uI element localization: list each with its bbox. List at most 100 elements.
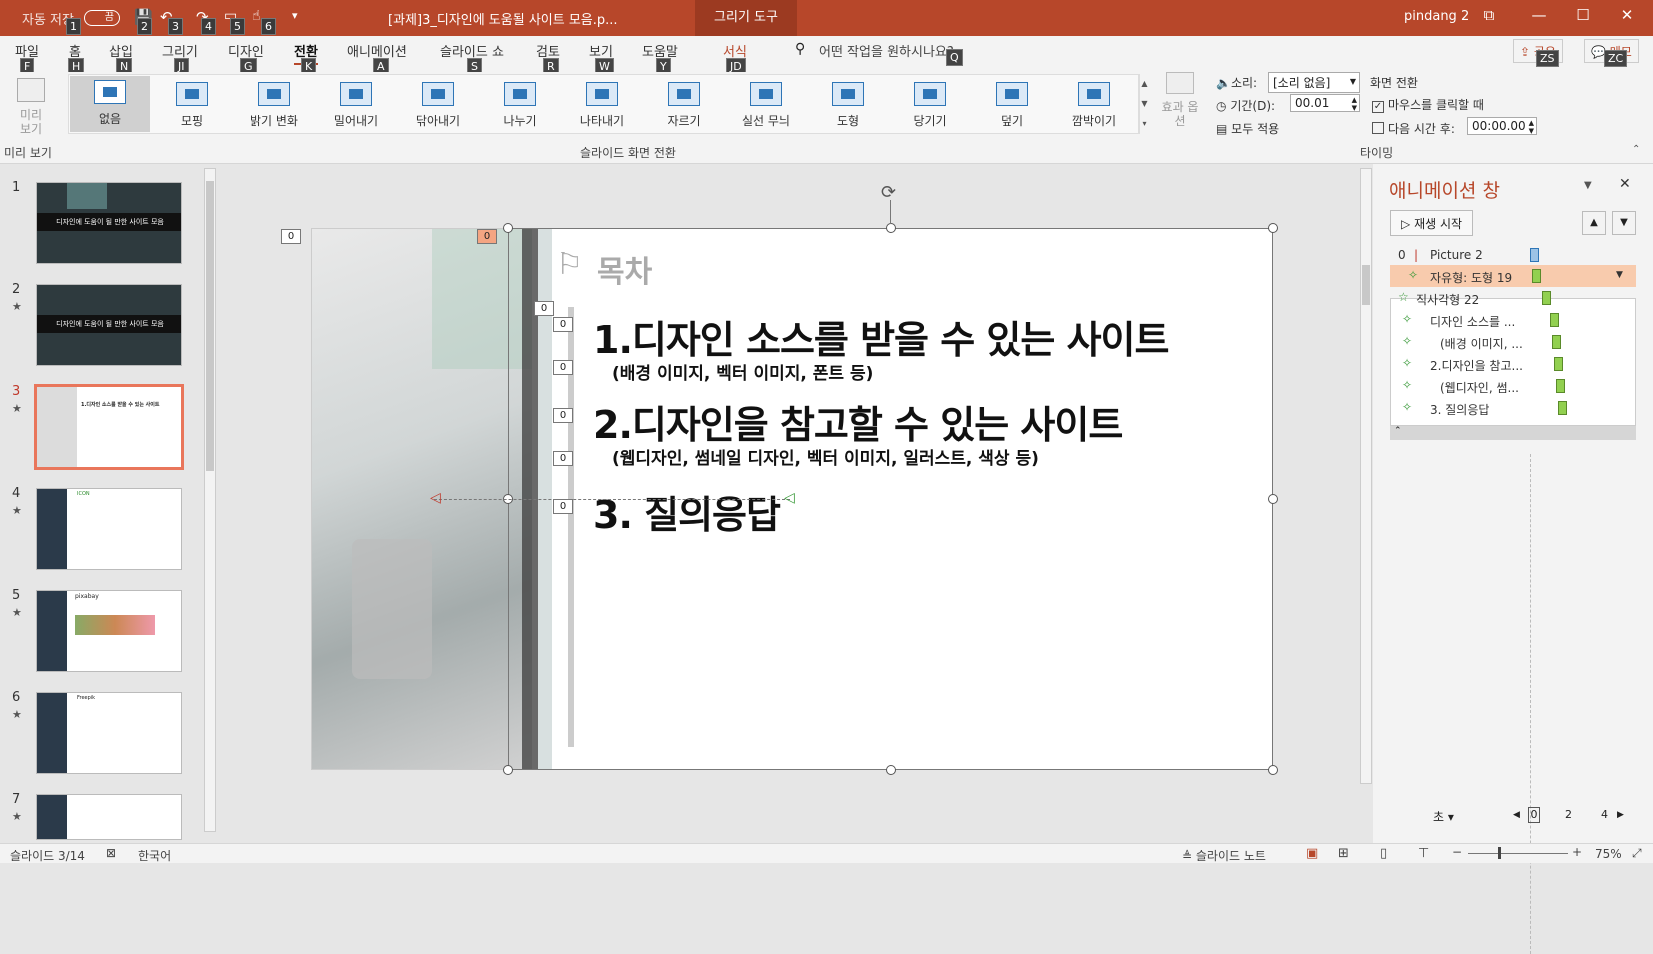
reading-view-icon[interactable]: ▯ — [1380, 846, 1387, 861]
thumbnail-slide-1[interactable]: 디자인에 도움이 될 만한 사이트 모음 — [36, 182, 182, 264]
item-dropdown-icon[interactable]: ▼ — [1616, 270, 1623, 280]
zoom-slider[interactable] — [1468, 853, 1568, 854]
transition-uncover[interactable]: 당기기 — [892, 78, 968, 134]
collapse-group-button[interactable]: ⌃ — [1390, 426, 1636, 440]
play-button[interactable]: ▷ 재생 시작 — [1390, 210, 1474, 236]
animation-item[interactable]: ✧ 자유형: 도형 19 ▼ — [1390, 265, 1636, 287]
timing-bar[interactable] — [1532, 269, 1541, 283]
language-indicator[interactable]: 한국어 — [138, 847, 171, 864]
resize-handle[interactable] — [1268, 223, 1278, 233]
close-icon[interactable]: ✕ — [1612, 6, 1642, 24]
slide-sorter-icon[interactable]: ⊞ — [1338, 846, 1349, 861]
animation-item[interactable]: 0 | Picture 2 — [1390, 244, 1636, 266]
timing-bar[interactable] — [1554, 357, 1563, 371]
resize-handle[interactable] — [503, 223, 513, 233]
slideshow-view-icon[interactable]: ⊤ — [1418, 846, 1429, 861]
resize-handle[interactable] — [886, 765, 896, 775]
timeline-left-icon[interactable]: ◀ — [1513, 810, 1520, 820]
effect-options-button[interactable]: 효과 옵션 — [1160, 72, 1200, 128]
after-checkbox[interactable]: 다음 시간 후: — [1372, 120, 1455, 137]
timing-bar[interactable] — [1552, 335, 1561, 349]
animation-tag[interactable]: 0 — [281, 229, 301, 244]
move-down-button[interactable]: ▼ — [1612, 211, 1636, 235]
timing-bar[interactable] — [1556, 379, 1565, 393]
rotate-handle-icon[interactable]: ⟳ — [881, 182, 896, 203]
animation-tag[interactable]: 0 — [553, 451, 573, 466]
animation-tag[interactable]: 0 — [553, 317, 573, 332]
animation-item[interactable]: ☆ 직사각형 22 — [1390, 287, 1636, 309]
duration-field[interactable]: 00.01 ▲ ▼ — [1290, 94, 1360, 112]
transition-none[interactable]: 없음 — [70, 76, 150, 132]
motion-path[interactable] — [434, 499, 790, 500]
transition-wipe[interactable]: 닦아내기 — [400, 78, 476, 134]
zoom-in-icon[interactable]: + — [1572, 845, 1582, 859]
transition-cover[interactable]: 덮기 — [974, 78, 1050, 134]
timing-bar[interactable] — [1530, 248, 1539, 262]
apply-all-button[interactable]: ▤ 모두 적용 — [1216, 120, 1279, 137]
normal-view-icon[interactable]: ▣ — [1306, 846, 1318, 861]
animation-item[interactable]: ✧ 3. 질의응답 — [1390, 397, 1636, 419]
thumbnail-slide-3[interactable]: 1.디자인 소스를 받을 수 있는 사이트 — [34, 384, 184, 470]
animation-tag[interactable]: 0 — [477, 229, 497, 244]
preview-button[interactable]: 미리 보기 — [14, 78, 48, 136]
zoom-slider-thumb[interactable] — [1498, 847, 1501, 859]
animation-tag[interactable]: 0 — [553, 499, 573, 514]
maximize-icon[interactable]: ☐ — [1568, 6, 1598, 24]
touch-mode-icon[interactable]: ☝ — [252, 8, 261, 24]
thumbnail-slide-7[interactable] — [36, 794, 182, 840]
thumbnail-slide-2[interactable]: 디자인에 도움이 될 만한 사이트 모음 — [36, 284, 182, 366]
timing-bar[interactable] — [1542, 291, 1551, 305]
transition-reveal[interactable]: 나타내기 — [564, 78, 640, 134]
preview-group-label: 미리 보기 — [4, 146, 52, 160]
timing-bar[interactable] — [1550, 313, 1559, 327]
canvas-scroll-thumb[interactable] — [1362, 265, 1370, 305]
customize-qat-icon[interactable]: ▾ — [292, 9, 298, 22]
thumbnail-slide-4[interactable]: ICON — [36, 488, 182, 570]
sound-select[interactable]: [소리 없음] ▼ — [1268, 72, 1360, 93]
canvas-scrollbar[interactable] — [1360, 168, 1372, 784]
animation-tag[interactable]: 0 — [553, 408, 573, 423]
animation-item[interactable]: ✧ 2.디자인을 참고... — [1390, 353, 1636, 375]
resize-handle[interactable] — [1268, 765, 1278, 775]
timeline-right-icon[interactable]: ▶ — [1617, 810, 1624, 820]
resize-handle[interactable] — [1268, 494, 1278, 504]
resize-handle[interactable] — [503, 765, 513, 775]
autosave-toggle[interactable]: 끔 — [84, 10, 120, 26]
thumbnail-slide-6[interactable]: Freepik — [36, 692, 182, 774]
transition-shape-bars[interactable]: 실선 무늬 — [728, 78, 804, 134]
seconds-dropdown[interactable]: 초 ▾ — [1433, 808, 1454, 825]
pane-options-icon[interactable]: ▼ — [1584, 180, 1592, 191]
transition-fade[interactable]: 밝기 변화 — [236, 78, 312, 134]
user-name[interactable]: pindang 2 — [1404, 9, 1469, 24]
transition-flash[interactable]: 깜박이기 — [1056, 78, 1132, 134]
thumbnail-slide-5[interactable]: pixabay — [36, 590, 182, 672]
move-up-button[interactable]: ▲ — [1582, 211, 1606, 235]
thumb-scrollbar[interactable] — [204, 168, 216, 832]
collapse-ribbon-icon[interactable]: ⌃ — [1632, 144, 1640, 155]
accessibility-icon[interactable]: ⊠ — [106, 846, 116, 860]
zoom-level[interactable]: 75% — [1595, 847, 1622, 861]
thumb-scroll-thumb[interactable] — [206, 181, 214, 471]
transition-morph[interactable]: 모핑 — [154, 78, 230, 134]
timing-bar[interactable] — [1558, 401, 1567, 415]
minimize-icon[interactable]: — — [1524, 6, 1554, 24]
transition-cut[interactable]: 자르기 — [646, 78, 722, 134]
animation-item[interactable]: ✧ (웹디자인, 썸... — [1390, 375, 1636, 397]
transition-shape[interactable]: 도형 — [810, 78, 886, 134]
tell-me-input[interactable]: 어떤 작업을 원하시나요? — [819, 41, 954, 60]
fit-to-window-icon[interactable]: ⤢ — [1632, 846, 1642, 861]
pane-close-icon[interactable]: ✕ — [1619, 176, 1631, 192]
gallery-scroll[interactable]: ▲ ▼ ▾ — [1138, 74, 1150, 134]
transition-push[interactable]: 밀어내기 — [318, 78, 394, 134]
resize-handle[interactable] — [886, 223, 896, 233]
animation-tag[interactable]: 0 — [553, 360, 573, 375]
animation-item[interactable]: ✧ (배경 이미지, ... — [1390, 331, 1636, 353]
animation-tag[interactable]: 0 — [534, 301, 554, 316]
notes-button[interactable]: ≜ 슬라이드 노트 — [1182, 847, 1266, 864]
transition-split[interactable]: 나누기 — [482, 78, 558, 134]
zoom-out-icon[interactable]: − — [1452, 845, 1462, 859]
animation-item[interactable]: ✧ 디자인 소스를 ... — [1390, 309, 1636, 331]
on-click-checkbox[interactable]: ✓ 마우스를 클릭할 때 — [1372, 96, 1484, 113]
ribbon-display-icon[interactable]: ⧉ — [1474, 6, 1504, 24]
after-time-field[interactable]: 00:00.00 ▲ ▼ — [1467, 117, 1537, 135]
